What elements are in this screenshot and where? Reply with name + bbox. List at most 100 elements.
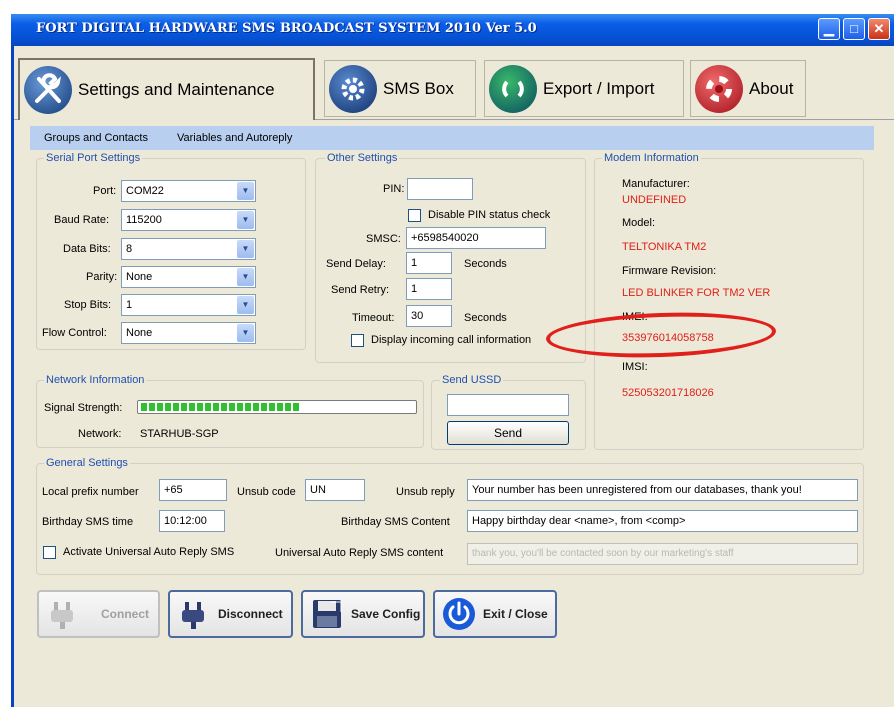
smsc-label: SMSC: — [366, 233, 401, 245]
plug-icon — [174, 594, 214, 634]
other-settings-title: Other Settings — [325, 152, 400, 164]
tab-export-import[interactable]: Export / Import — [484, 60, 684, 117]
smsc-input[interactable]: +6598540020 — [406, 227, 546, 249]
activate-auto-reply-checkbox[interactable] — [43, 546, 56, 559]
timeout-label: Timeout: — [352, 312, 395, 324]
floppy-disk-icon — [307, 594, 347, 634]
manufacturer-value: UNDEFINED — [622, 194, 687, 206]
lifebuoy-icon — [695, 64, 743, 113]
tab-sms-box[interactable]: SMS Box — [324, 60, 476, 117]
birthday-content-label: Birthday SMS Content — [341, 516, 450, 528]
sync-icon — [489, 64, 537, 113]
exit-close-label: Exit / Close — [483, 607, 548, 621]
port-label: Port: — [93, 185, 117, 197]
connect-label: Connect — [101, 607, 149, 621]
unsub-code-input[interactable]: UN — [305, 479, 365, 501]
stop-bits-select[interactable]: 1 ▼ — [121, 294, 256, 316]
signal-strength-fill — [141, 403, 299, 411]
auto-reply-content-input[interactable]: thank you, you'll be contacted soon by o… — [467, 543, 858, 565]
chevron-down-icon: ▼ — [237, 268, 254, 286]
serial-port-settings-title: Serial Port Settings — [44, 152, 143, 164]
send-retry-label: Send Retry: — [331, 284, 390, 296]
chevron-down-icon: ▼ — [237, 296, 254, 314]
power-icon — [439, 594, 479, 634]
network-information-title: Network Information — [44, 374, 147, 386]
send-ussd-title: Send USSD — [440, 374, 504, 386]
local-prefix-input[interactable]: +65 — [159, 479, 227, 501]
data-bits-label: Data Bits: — [63, 243, 111, 255]
port-select[interactable]: COM22 ▼ — [121, 180, 256, 202]
flow-control-select[interactable]: None ▼ — [121, 322, 256, 344]
disable-pin-label: Disable PIN status check — [428, 209, 551, 221]
wrench-icon — [24, 66, 72, 114]
network-value: STARHUB-SGP — [140, 428, 219, 440]
pin-input[interactable] — [407, 178, 473, 200]
firmware-value: LED BLINKER FOR TM2 VER — [622, 287, 771, 299]
flow-control-label: Flow Control: — [42, 327, 107, 339]
baud-rate-label: Baud Rate: — [54, 214, 110, 226]
imsi-label: IMSI: — [622, 361, 648, 373]
sub-menu — [30, 126, 874, 150]
close-button[interactable]: ✕ — [868, 18, 890, 40]
display-incoming-checkbox[interactable] — [351, 334, 364, 347]
signal-strength-label: Signal Strength: — [44, 402, 123, 414]
chevron-down-icon: ▼ — [237, 182, 254, 200]
tab-settings-and-maintenance[interactable]: Settings and Maintenance — [18, 58, 315, 120]
tab-label: Settings and Maintenance — [78, 80, 275, 99]
tab-label: Export / Import — [543, 78, 655, 98]
disable-pin-checkbox[interactable] — [408, 209, 421, 222]
submenu-variables-and-autoreply[interactable]: Variables and Autoreply — [177, 132, 292, 144]
send-delay-input[interactable]: 1 — [406, 252, 452, 274]
save-config-button[interactable]: Save Config — [301, 590, 425, 638]
local-prefix-label: Local prefix number — [42, 486, 139, 498]
network-label: Network: — [78, 428, 122, 440]
tab-label: About — [749, 78, 794, 98]
chevron-down-icon: ▼ — [237, 240, 254, 258]
baud-rate-select[interactable]: 115200 ▼ — [121, 209, 256, 231]
stop-bits-label: Stop Bits: — [64, 299, 112, 311]
ussd-input[interactable] — [447, 394, 569, 416]
maximize-button[interactable]: □ — [843, 18, 865, 40]
timeout-input[interactable]: 30 — [406, 305, 452, 327]
timeout-unit: Seconds — [464, 312, 507, 324]
modem-information-title: Modem Information — [602, 152, 701, 164]
birthday-content-input[interactable]: Happy birthday dear <name>, from <comp> — [467, 510, 858, 532]
model-label: Model: — [622, 217, 656, 229]
birthday-time-input[interactable]: 10:12:00 — [159, 510, 225, 532]
submenu-groups-and-contacts[interactable]: Groups and Contacts — [44, 132, 148, 144]
data-bits-select[interactable]: 8 ▼ — [121, 238, 256, 260]
signal-strength-bar — [137, 400, 417, 414]
window-title: FORT DIGITAL HARDWARE SMS BROADCAST SYST… — [36, 21, 537, 36]
save-config-label: Save Config — [351, 607, 421, 621]
chevron-down-icon: ▼ — [237, 324, 254, 342]
tab-label: SMS Box — [383, 78, 454, 98]
disconnect-button[interactable]: Disconnect — [168, 590, 293, 638]
chevron-down-icon: ▼ — [237, 211, 254, 229]
auto-reply-content-label: Universal Auto Reply SMS content — [275, 547, 444, 559]
gear-icon — [329, 64, 377, 113]
display-incoming-label: Display incoming call information — [371, 334, 532, 346]
general-settings-title: General Settings — [44, 457, 130, 469]
unsub-code-label: Unsub code — [237, 486, 296, 498]
send-delay-unit: Seconds — [464, 258, 507, 270]
connect-button[interactable]: Connect — [37, 590, 160, 638]
tab-about[interactable]: About — [690, 60, 806, 117]
parity-label: Parity: — [86, 271, 118, 283]
unsub-reply-input[interactable]: Your number has been unregistered from o… — [467, 479, 858, 501]
minimize-button[interactable]: ▁ — [818, 18, 840, 40]
parity-select[interactable]: None ▼ — [121, 266, 256, 288]
imsi-value: 525053201718026 — [622, 387, 714, 399]
send-ussd-button[interactable]: Send — [447, 421, 569, 445]
activate-auto-reply-label: Activate Universal Auto Reply SMS — [63, 546, 235, 558]
plug-icon — [43, 594, 83, 634]
app-window: FORT DIGITAL HARDWARE SMS BROADCAST SYST… — [0, 0, 894, 707]
send-retry-input[interactable]: 1 — [406, 278, 452, 300]
send-delay-label: Send Delay: — [326, 258, 386, 270]
unsub-reply-label: Unsub reply — [396, 486, 455, 498]
birthday-time-label: Birthday SMS time — [42, 516, 134, 528]
pin-label: PIN: — [383, 183, 405, 195]
disconnect-label: Disconnect — [218, 607, 283, 621]
exit-close-button[interactable]: Exit / Close — [433, 590, 557, 638]
firmware-label: Firmware Revision: — [622, 265, 717, 277]
model-value: TELTONIKA TM2 — [622, 241, 707, 253]
